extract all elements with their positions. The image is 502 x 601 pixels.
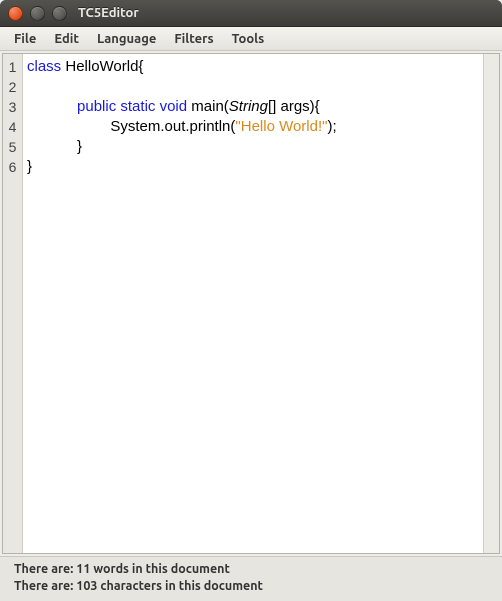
status-char-count: There are: 103 characters in this docume…: [14, 578, 488, 595]
editor: 1 2 3 4 5 6 class HelloWorld{ public sta…: [2, 53, 500, 554]
line-number: 3: [3, 97, 22, 117]
window: TC5Editor File Edit Language Filters Too…: [0, 0, 502, 601]
line-number: 1: [3, 57, 22, 77]
code-line: }: [27, 137, 479, 157]
code-area[interactable]: class HelloWorld{ public static void mai…: [23, 54, 483, 553]
line-number: 5: [3, 137, 22, 157]
client-area: File Edit Language Filters Tools 1 2 3 4…: [0, 26, 502, 601]
maximize-icon[interactable]: [52, 6, 67, 21]
menu-language[interactable]: Language: [89, 30, 164, 48]
code-line: [27, 77, 479, 97]
window-title: TC5Editor: [78, 6, 139, 20]
menu-tools[interactable]: Tools: [224, 30, 273, 48]
minimize-icon[interactable]: [30, 6, 45, 21]
menubar: File Edit Language Filters Tools: [0, 27, 502, 51]
vertical-scrollbar[interactable]: [483, 54, 499, 553]
line-number-gutter: 1 2 3 4 5 6: [3, 54, 23, 553]
statusbar: There are: 11 words in this document The…: [0, 556, 502, 601]
menu-edit[interactable]: Edit: [46, 30, 87, 48]
code-line: class HelloWorld{: [27, 57, 479, 77]
menu-filters[interactable]: Filters: [166, 30, 221, 48]
line-number: 4: [3, 117, 22, 137]
code-line: }: [27, 157, 479, 177]
status-word-count: There are: 11 words in this document: [14, 561, 488, 578]
titlebar: TC5Editor: [0, 0, 502, 26]
close-icon[interactable]: [8, 6, 23, 21]
menu-file[interactable]: File: [6, 30, 44, 48]
code-line: public static void main(String[] args){: [27, 97, 479, 117]
code-line: System.out.println("Hello World!");: [27, 117, 479, 137]
line-number: 6: [3, 157, 22, 177]
line-number: 2: [3, 77, 22, 97]
